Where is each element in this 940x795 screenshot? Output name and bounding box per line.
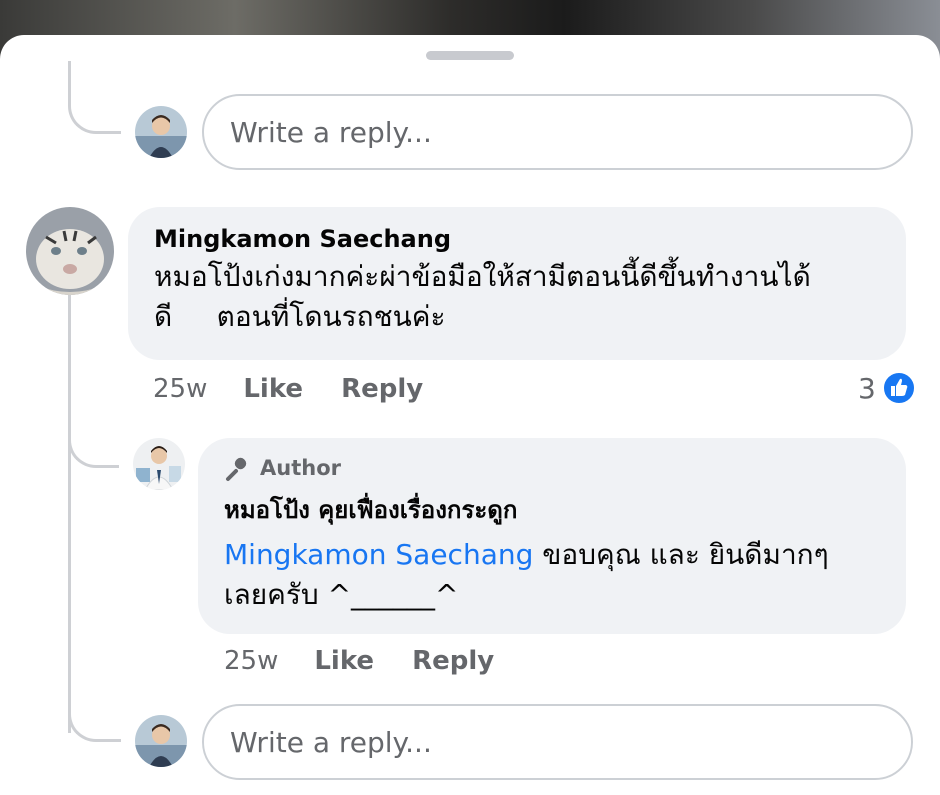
microphone-icon	[224, 454, 252, 482]
comment-bubble: Mingkamon Saechang หมอโป้งเก่งมากค่ะผ่าข…	[128, 207, 906, 360]
comment-actions: 25w Like Reply	[153, 371, 423, 407]
sheet-drag-handle[interactable]	[426, 51, 514, 60]
reply-text-line1: Mingkamon Saechang ขอบคุณ และ ยินดีมากๆ	[224, 535, 880, 575]
user-avatar-bottom	[135, 715, 187, 767]
reply-input[interactable]: Write a reply...	[202, 94, 913, 170]
author-badge-label: Author	[260, 456, 341, 480]
commenter-avatar[interactable]	[26, 207, 114, 295]
like-reaction-icon	[881, 371, 916, 405]
comment-author[interactable]: Mingkamon Saechang	[154, 225, 880, 253]
reply-connector	[68, 425, 119, 468]
comments-sheet: Write a reply... Mingkamon Saechang หมอโ…	[0, 35, 940, 795]
reply-like-button[interactable]: Like	[314, 646, 374, 676]
bottom-connector	[68, 695, 121, 742]
mention-link[interactable]: Mingkamon Saechang	[224, 538, 533, 571]
comment-text-line2: ดี ตอนที่โดนรถชนค่ะ	[154, 300, 446, 333]
comment-like-button[interactable]: Like	[243, 374, 303, 404]
reply-input-bottom[interactable]: Write a reply...	[202, 704, 913, 780]
author-badge: Author	[224, 454, 880, 482]
reply-reply-button[interactable]: Reply	[412, 646, 494, 676]
reply-time: 25w	[224, 646, 279, 676]
reply-actions: 25w Like Reply	[224, 643, 494, 679]
author-avatar[interactable]	[133, 438, 185, 490]
comment-reply-button[interactable]: Reply	[341, 374, 423, 404]
user-avatar	[135, 106, 187, 158]
comment-text-line1: หมอโป้งเก่งมากค่ะผ่าข้อมือให้สามีตอนนี้ด…	[154, 260, 811, 293]
reply-text: ขอบคุณ และ ยินดีมากๆ	[533, 538, 829, 571]
reaction-summary[interactable]: 3	[858, 368, 916, 408]
reply-bubble: Author หมอโป้ง คุยเฟื่องเรื่องกระดูก Min…	[198, 438, 906, 634]
comment-time: 25w	[153, 374, 208, 404]
thread-connector	[68, 61, 121, 134]
reaction-count: 3	[858, 371, 876, 405]
reply-author[interactable]: หมอโป้ง คุยเฟื่องเรื่องกระดูก	[224, 490, 880, 529]
reply-text-line2: เลยครับ ^______^	[224, 578, 459, 611]
thread-line	[68, 295, 71, 733]
